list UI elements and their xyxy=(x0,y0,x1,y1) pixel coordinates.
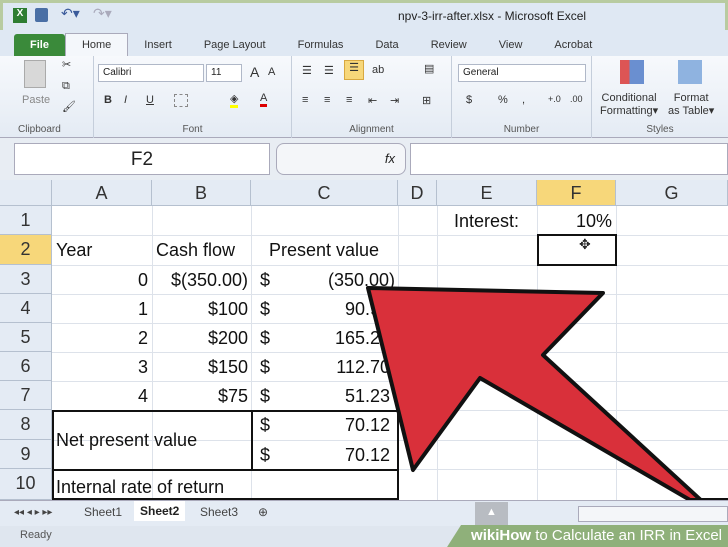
sheet-tab-sheet2[interactable]: Sheet2 xyxy=(134,501,186,521)
excel-icon: X xyxy=(13,8,27,23)
name-box[interactable]: F2 xyxy=(14,143,270,175)
decrease-decimal-icon[interactable]: .00 xyxy=(570,94,583,104)
formatting-label: Formatting xyxy=(600,105,653,117)
formula-bar: F2 fx xyxy=(0,138,728,180)
conditional-label: Conditional xyxy=(601,92,657,104)
borders-icon[interactable] xyxy=(174,94,188,107)
number-format-select[interactable]: General xyxy=(458,64,586,82)
cut-icon[interactable]: ✂ xyxy=(62,58,71,71)
font-size-select[interactable]: 11 xyxy=(206,64,242,82)
conditional-formatting-icon[interactable] xyxy=(620,60,644,84)
save-icon[interactable] xyxy=(35,8,48,22)
align-left-icon[interactable]: ≡ xyxy=(302,94,308,106)
italic-button[interactable]: I xyxy=(124,94,127,106)
styles-group: Conditional Formatting▾ Format as Table▾ S… xyxy=(592,56,728,138)
format-label: Format xyxy=(673,92,709,104)
clipboard-group: Paste ✂ ⧉ 🖌 Clipboard xyxy=(14,56,94,138)
spreadsheet-grid[interactable]: A B C D E F G 1 2 3 4 5 6 7 8 9 10 Inter… xyxy=(0,180,728,500)
font-group: Calibri 11 A A B I U ◈ A Font xyxy=(94,56,292,138)
ribbon: Paste ✂ ⧉ 🖌 Clipboard Calibri 11 A A B I… xyxy=(0,56,728,138)
conditional-formatting-button[interactable]: Conditional Formatting▾ xyxy=(600,92,658,118)
paste-icon[interactable] xyxy=(24,60,46,88)
shrink-font-icon[interactable]: A xyxy=(268,66,275,78)
font-label: Font xyxy=(182,124,203,135)
currency-button[interactable]: $ xyxy=(466,94,472,106)
increase-decimal-icon[interactable]: +.0 xyxy=(548,94,561,104)
format-as-table-icon[interactable] xyxy=(678,60,702,84)
wikihow-watermark: wikiHow to Calculate an IRR in Excel xyxy=(447,525,728,547)
font-color-icon[interactable]: A xyxy=(260,92,268,107)
styles-label: Styles xyxy=(646,124,674,135)
status-bar: Ready wikiHow to Calculate an IRR in Exc… xyxy=(0,525,728,547)
format-as-table-button[interactable]: Format as Table▾ xyxy=(668,92,714,118)
increase-indent-icon[interactable]: ⇥ xyxy=(390,94,399,107)
align-middle-icon[interactable]: ☰ xyxy=(324,64,334,77)
font-name-select[interactable]: Calibri xyxy=(98,64,204,82)
watermark-text: to Calculate an IRR in Excel xyxy=(535,527,722,544)
align-bottom-icon[interactable]: ☰ xyxy=(344,60,364,80)
orientation-icon[interactable]: ab xyxy=(372,64,384,76)
merge-center-icon[interactable]: ⊞ xyxy=(422,94,431,107)
tab-data[interactable]: Data xyxy=(359,34,414,56)
tab-page-layout[interactable]: Page Layout xyxy=(188,34,282,56)
number-label: Number xyxy=(503,124,540,135)
sheet-tab-sheet1[interactable]: Sheet1 xyxy=(84,505,122,519)
bold-button[interactable]: B xyxy=(104,94,112,106)
status-text: Ready xyxy=(20,529,52,541)
ribbon-tabs: File Home Insert Page Layout Formulas Da… xyxy=(0,30,728,56)
alignment-group: ☰ ☰ ☰ ab ▤ ≡ ≡ ≡ ⇤ ⇥ ⊞ Alignment xyxy=(292,56,452,138)
watermark-brand: wikiHow xyxy=(471,527,532,544)
as-table-label: as Table xyxy=(668,105,709,117)
sheet-tab-sheet3[interactable]: Sheet3 xyxy=(200,505,238,519)
underline-button[interactable]: U xyxy=(146,94,154,106)
paste-button[interactable]: Paste xyxy=(22,94,50,106)
tab-home[interactable]: Home xyxy=(64,33,129,56)
tab-insert[interactable]: Insert xyxy=(128,34,188,56)
clipboard-label: Clipboard xyxy=(18,124,61,135)
window-title: npv-3-irr-after.xlsx - Microsoft Excel xyxy=(398,9,587,23)
tab-formulas[interactable]: Formulas xyxy=(282,34,360,56)
undo-icon[interactable]: ↶▾ xyxy=(61,5,80,22)
red-arrow-annotation xyxy=(366,286,728,500)
tab-file[interactable]: File xyxy=(14,34,65,56)
red-arrow-shape xyxy=(366,286,728,500)
align-center-icon[interactable]: ≡ xyxy=(324,94,330,106)
percent-button[interactable]: % xyxy=(498,94,508,106)
redo-icon[interactable]: ↷▾ xyxy=(93,5,112,22)
align-right-icon[interactable]: ≡ xyxy=(346,94,352,106)
insert-function-button[interactable]: fx xyxy=(276,143,406,175)
align-top-icon[interactable]: ☰ xyxy=(302,64,312,77)
fill-color-icon[interactable]: ◈ xyxy=(230,92,239,108)
formula-input[interactable] xyxy=(410,143,728,175)
tab-view[interactable]: View xyxy=(483,34,539,56)
decrease-indent-icon[interactable]: ⇤ xyxy=(368,94,377,107)
number-group: General $ % , +.0 .00 Number xyxy=(452,56,592,138)
grow-font-icon[interactable]: A xyxy=(250,64,259,80)
alignment-label: Alignment xyxy=(349,124,394,135)
comma-button[interactable]: , xyxy=(522,94,525,106)
tab-review[interactable]: Review xyxy=(415,34,483,56)
sheet-tab-bar: ◂◂ ◂ ▸ ▸▸ Sheet1 Sheet2 Sheet3 ⊕ ▲ xyxy=(0,500,728,526)
scroll-up-button[interactable]: ▲ xyxy=(475,502,508,526)
sheet-nav-arrows[interactable]: ◂◂ ◂ ▸ ▸▸ xyxy=(14,507,52,518)
format-painter-icon[interactable]: 🖌 xyxy=(62,100,76,113)
insert-sheet-icon[interactable]: ⊕ xyxy=(258,505,268,519)
tab-acrobat[interactable]: Acrobat xyxy=(538,34,608,56)
title-bar: X ↶▾ ↷▾ npv-3-irr-after.xlsx - Microsoft… xyxy=(0,0,728,30)
horizontal-scrollbar[interactable] xyxy=(578,506,728,522)
copy-icon[interactable]: ⧉ xyxy=(62,80,70,93)
wrap-text-icon[interactable]: ▤ xyxy=(424,62,434,75)
